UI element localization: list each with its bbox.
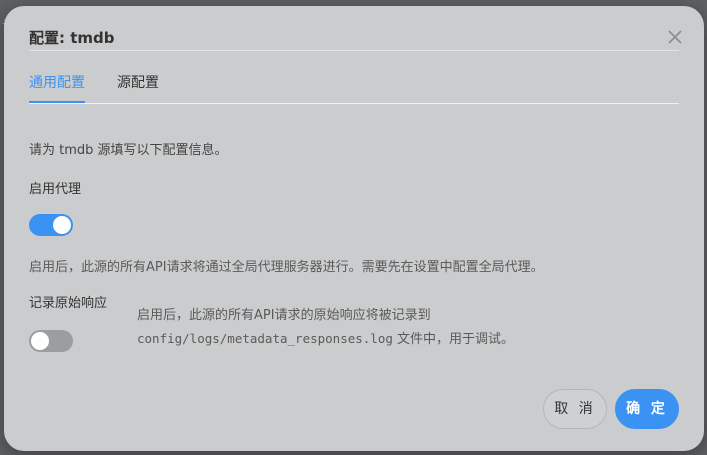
raw-response-label: 记录原始响应 <box>29 296 108 311</box>
tab-bar: 通用配置 源配置 <box>29 68 679 104</box>
close-icon[interactable] <box>664 26 686 48</box>
intro-text: 请为 tmdb 源填写以下配置信息。 <box>29 143 228 158</box>
dialog-title: 配置: tmdb <box>29 29 115 47</box>
proxy-description: 启用后，此源的所有API请求将通过全局代理服务器进行。需要先在设置中配置全局代理… <box>29 260 544 275</box>
raw-response-description-tail: 文件中，用于调试。 <box>392 332 515 347</box>
log-file-path: config/logs/metadata_responses.log <box>137 331 393 346</box>
proxy-toggle-knob <box>53 216 71 234</box>
raw-response-description-line2: config/logs/metadata_responses.log 文件中，用… <box>137 327 514 351</box>
proxy-toggle[interactable] <box>29 214 73 236</box>
tabs-divider <box>29 103 679 104</box>
tab-general-config[interactable]: 通用配置 <box>29 72 85 92</box>
confirm-button[interactable]: 确 定 <box>615 389 679 429</box>
raw-response-toggle-knob <box>31 332 49 350</box>
tab-source-config[interactable]: 源配置 <box>117 72 159 92</box>
config-dialog: 配置: tmdb 通用配置 源配置 请为 tmdb 源填写以下配置信息。 启用代… <box>4 6 704 451</box>
raw-response-description-line1: 启用后，此源的所有API请求的原始响应将被记录到 <box>137 308 431 323</box>
proxy-label: 启用代理 <box>29 182 82 197</box>
raw-response-description: 启用后，此源的所有API请求的原始响应将被记录到 config/logs/met… <box>137 304 514 351</box>
cancel-button[interactable]: 取 消 <box>543 389 607 429</box>
raw-response-toggle[interactable] <box>29 330 73 352</box>
title-divider <box>29 50 679 51</box>
active-tab-indicator <box>29 101 85 103</box>
